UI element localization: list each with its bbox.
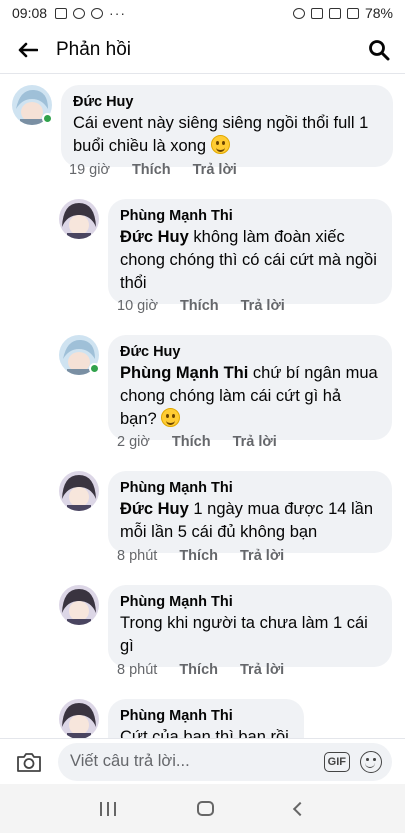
avatar-phung-manh-thi[interactable] [59,471,99,511]
facebook-icon [73,7,86,19]
smiley-emoji-icon [161,408,181,427]
camera-button[interactable] [0,739,58,785]
like-button[interactable]: Thích [172,434,211,450]
comment-time: 19 giờ [69,162,110,178]
reply-button[interactable]: Trả lời [233,434,277,450]
reply-comment: Phùng Mạnh Thi Đức Huy không làm đoàn xi… [59,199,392,304]
comment-actions: 19 giờ Thích Trả lời [69,162,259,178]
comment-bubble[interactable]: Phùng Mạnh Thi Đức Huy không làm đoàn xi… [108,199,392,304]
online-status-indicator [42,113,53,124]
comment-time: 10 giờ [117,298,158,314]
mention-tag[interactable]: Phùng Mạnh Thi [120,364,248,382]
comment-text: Cứt của bạn thì bạn rồi [120,728,289,738]
comment-bubble[interactable]: Đức Huy Cái event này siêng siêng ngồi t… [61,85,393,167]
smiley-emoji-icon [210,135,230,154]
alarm-icon [292,7,305,19]
comment-bubble[interactable]: Phùng Mạnh Thi Trong khi người ta chưa l… [108,585,392,667]
comment-text: Trong khi người ta chưa làm 1 cái gì [120,614,368,655]
comment-bubble[interactable]: Đức Huy Phùng Mạnh Thi chứ bí ngân mua c… [108,335,392,440]
reply-input-placeholder: Viết câu trả lời... [70,752,190,770]
comment-actions: 8 phút Thích Trả lời [117,548,306,564]
reply-button[interactable]: Trả lời [241,298,285,314]
avatar-phung-manh-thi[interactable] [59,585,99,625]
emoji-icon[interactable] [360,750,382,773]
camera-icon [17,752,41,772]
reply-button[interactable]: Trả lời [240,548,284,564]
comment-author[interactable]: Phùng Mạnh Thi [120,479,380,498]
more-notifications-icon: ··· [109,5,127,21]
comment-author[interactable]: Phùng Mạnh Thi [120,593,380,612]
recent-apps-icon[interactable] [100,801,117,816]
comment-actions: 8 phút Thích Trả lời [117,662,306,678]
reply-comment: Đức Huy Phùng Mạnh Thi chứ bí ngân mua c… [59,335,392,440]
comment-author[interactable]: Đức Huy [120,343,380,362]
comment-author[interactable]: Đức Huy [73,93,381,112]
reply-comment: Phùng Mạnh Thi Đức Huy 1 ngày mua được 1… [59,471,392,553]
mention-tag[interactable]: Đức Huy [120,228,189,246]
comment-actions: 2 giờ Thích Trả lời [117,434,299,450]
online-status-indicator [89,363,100,374]
comment: Đức Huy Cái event này siêng siêng ngồi t… [12,85,393,167]
comment-actions: 10 giờ Thích Trả lời [117,298,307,314]
home-icon[interactable] [196,801,214,816]
gif-button[interactable]: GIF [323,751,350,772]
header: Phản hồi [0,26,405,74]
avatar-phung-manh-thi[interactable] [59,699,99,738]
page-title: Phản hồi [56,38,132,60]
comment-thread[interactable]: Đức Huy Cái event này siêng siêng ngồi t… [0,75,405,738]
back-button[interactable] [0,26,56,74]
avatar-duc-huy[interactable] [59,335,100,375]
signal-icon [346,7,359,19]
wifi-icon [328,7,341,19]
reply-input[interactable]: Viết câu trả lời... GIF [58,742,392,781]
comment-bubble[interactable]: Phùng Mạnh Thi Cứt của bạn thì bạn rồi [108,699,304,738]
search-button[interactable] [353,26,405,74]
system-navigation-bar [0,784,405,833]
search-icon [369,39,390,60]
gallery-icon [55,7,68,19]
comment-bubble[interactable]: Phùng Mạnh Thi Đức Huy 1 ngày mua được 1… [108,471,392,553]
mention-tag[interactable]: Đức Huy [120,500,189,518]
avatar-duc-huy[interactable] [12,85,53,125]
like-button[interactable]: Thích [132,162,171,178]
status-time: 09:08 [12,5,48,21]
like-button[interactable]: Thích [179,548,218,564]
avatar-phung-manh-thi[interactable] [59,199,99,239]
comment-time: 8 phút [117,548,158,564]
like-button[interactable]: Thích [179,662,218,678]
comment-time: 8 phút [117,662,158,678]
back-arrow-icon [18,42,38,57]
comment-author[interactable]: Phùng Mạnh Thi [120,207,380,226]
comment-author[interactable]: Phùng Mạnh Thi [120,707,292,726]
system-back-icon[interactable] [292,801,307,816]
like-button[interactable]: Thích [180,298,219,314]
reply-composer: Viết câu trả lời... GIF [0,738,405,784]
messenger-icon [91,7,104,19]
reply-button[interactable]: Trả lời [240,662,284,678]
comment-time: 2 giờ [117,434,150,450]
mute-icon [310,7,323,19]
battery-level: 78% [364,5,393,21]
reply-comment: Phùng Mạnh Thi Cứt của bạn thì bạn rồi [59,699,304,738]
reply-comment: Phùng Mạnh Thi Trong khi người ta chưa l… [59,585,392,667]
reply-button[interactable]: Trả lời [193,162,237,178]
status-bar: 09:08 ··· 78% [0,0,405,26]
